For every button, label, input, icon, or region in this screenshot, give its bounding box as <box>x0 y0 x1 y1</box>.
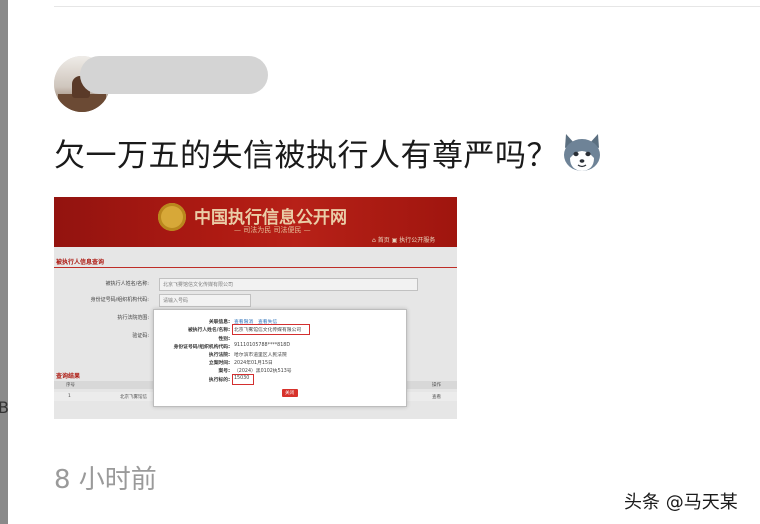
toutiao-watermark: 头条 @马天某 <box>624 492 738 513</box>
modal-row-court: 执行法院: 哈尔滨市道里区人民法院 <box>208 353 287 358</box>
top-divider <box>54 6 760 7</box>
modal-row-id: 身份证号码/组织机构代码: 91110105788****818D <box>173 343 291 350</box>
post-timestamp: 8 小时前 <box>54 465 157 495</box>
modal-row-amount: 执行标的: 15030 <box>208 376 250 383</box>
modal-row-case-no: 案号: （2024）黑0102执513号 <box>218 369 292 374</box>
embedded-screenshot[interactable]: 中国执行信息公开网 — 司法为民 司法便民 — ⌂ 首页 ▣ 执行公开服务 被执… <box>54 197 457 419</box>
modal-row-date: 立案时间: 2024年01月15日 <box>208 361 273 366</box>
amount-highlight <box>232 374 254 385</box>
username-redacted <box>80 56 268 94</box>
edge-glyph: B <box>0 398 9 417</box>
husky-emoji-icon <box>564 134 600 171</box>
modal-row-gender: 性别: <box>218 337 230 342</box>
close-button[interactable]: 关闭 <box>282 389 298 397</box>
post-title: 欠一万五的失信被执行人有尊严吗？ <box>54 138 558 174</box>
detail-modal: 关联信息: 查看限消 查看失信 被执行人姓名/名称: 北京飞雾馆信文化传媒有限公… <box>153 309 407 407</box>
left-edge-panel: B <box>0 0 9 524</box>
name-highlight <box>232 324 310 335</box>
